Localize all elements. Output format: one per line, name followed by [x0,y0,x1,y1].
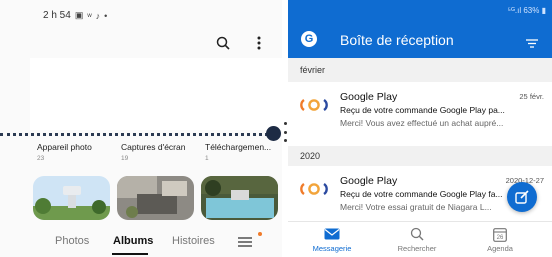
gallery-toolbar [214,34,268,52]
section-header-february: février [288,58,552,82]
google-play-logo-icon [300,97,330,118]
outlook-bottom-nav: Messagerie Rechercher 26 Agenda [288,221,552,257]
tab-mail[interactable]: Messagerie [297,226,367,253]
album-screenshots[interactable]: Captures d'écran 19 [121,142,205,162]
status-time: 2 h 54 [43,10,71,21]
mail-sender: Google Play [340,175,398,187]
calendar-icon: 26 [465,226,535,242]
compose-icon [515,190,529,204]
album-list: Appareil photo 23 Captures d'écran 19 Té… [37,142,282,162]
gallery-blank-area [30,58,282,130]
album-name: Captures d'écran [121,142,186,152]
gallery-icon: ▣ [74,10,84,20]
mail-item[interactable]: Google Play 25 févr. Reçu de votre comma… [288,83,552,145]
album-thumbnail-screenshot[interactable] [117,176,194,220]
tab-search-label: Rechercher [397,244,437,253]
album-name: Appareil photo [37,142,92,152]
page-title: Boîte de réception [340,32,454,48]
album-thumbnails [33,176,278,220]
active-tab-indicator [112,253,148,255]
album-thumbnail-pool[interactable] [201,176,278,220]
inbox-header: ⁵ᴳ.ıl 63% ▮ G Boîte de réception [288,0,552,58]
mail-date: 25 févr. [519,92,544,101]
divider-grip-icon[interactable] [284,122,287,142]
more-options-icon[interactable] [250,34,268,52]
gallery-pane: 2 h 54 ▣ ʷ ♪ • Appareil photo 23 Capture… [0,0,282,257]
tiktok-icon: ♪ [95,10,101,21]
calendar-day: 26 [497,235,504,241]
search-icon [382,226,452,242]
drag-guide-line [0,133,268,136]
menu-icon[interactable] [238,235,252,253]
mail-preview: Merci! Vous avez effectué un achat aupré… [340,118,504,128]
outlook-pane: ⁵ᴳ.ıl 63% ▮ G Boîte de réception février… [288,0,552,257]
mail-sender: Google Play [340,91,398,103]
album-camera[interactable]: Appareil photo 23 [37,142,121,162]
album-count: 1 [205,155,209,162]
mail-subject: Reçu de votre commande Google Play pa... [340,105,505,115]
album-count: 23 [37,155,45,162]
google-play-logo-icon [300,181,330,202]
album-count: 19 [121,155,129,162]
dot-icon: • [104,10,108,21]
status-bar-right: ⁵ᴳ.ıl 63% ▮ [507,6,546,15]
tab-photos[interactable]: Photos [55,235,89,247]
album-name: Téléchargemen... [205,142,272,152]
tab-stories[interactable]: Histoires [172,235,215,247]
tab-albums[interactable]: Albums [113,235,153,247]
album-thumbnail-water-tower[interactable] [33,176,110,220]
split-drag-handle[interactable] [266,126,281,141]
tab-mail-label: Messagerie [312,244,352,253]
filter-icon[interactable] [526,35,538,53]
account-avatar[interactable]: G [301,31,317,47]
gallery-bottom-nav: Photos Albums Histoires [0,228,282,257]
status-bar-left: 2 h 54 ▣ ʷ ♪ • [43,10,107,21]
tab-calendar-label: Agenda [487,244,513,253]
tab-calendar[interactable]: 26 Agenda [465,226,535,253]
w-icon: ʷ [87,10,92,21]
mail-icon [297,226,367,242]
search-icon[interactable] [214,34,232,52]
notification-dot [258,232,262,236]
album-downloads[interactable]: Téléchargemen... 1 [205,142,282,162]
compose-button[interactable] [507,182,537,212]
section-header-2020: 2020 [288,146,552,166]
tab-search[interactable]: Rechercher [382,226,452,253]
